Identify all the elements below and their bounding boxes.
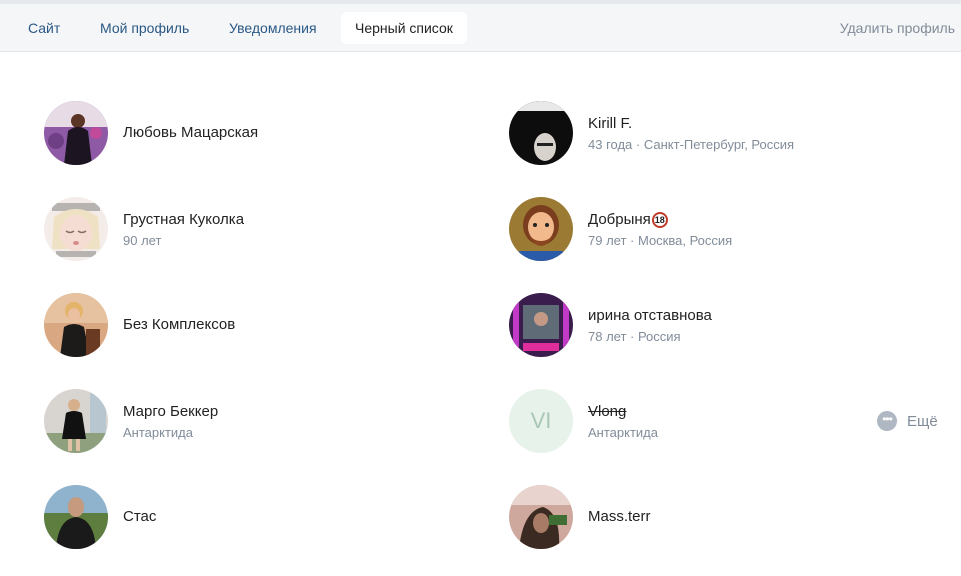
- avatar[interactable]: [44, 197, 108, 261]
- more-dots-icon: •••: [877, 411, 897, 431]
- person-name[interactable]: Грустная Куколка: [123, 211, 244, 228]
- person-name[interactable]: Без Комплексов: [123, 316, 235, 333]
- person-meta: Антарктида: [588, 425, 658, 440]
- avatar[interactable]: [509, 197, 573, 261]
- list-item[interactable]: Без Комплексов: [44, 293, 444, 359]
- more-button[interactable]: ••• Ещё: [877, 410, 938, 432]
- list-item[interactable]: Марго Беккер Антарктида: [44, 389, 444, 455]
- person-name[interactable]: Марго Беккер: [123, 403, 218, 420]
- avatar[interactable]: [44, 389, 108, 453]
- person-name-text[interactable]: Добрыня: [588, 211, 651, 228]
- avatar[interactable]: [44, 485, 108, 549]
- list-item[interactable]: Kirill F. 43 года · Санкт-Петербург, Рос…: [509, 101, 869, 167]
- tab-notifications[interactable]: Уведомления: [215, 12, 331, 44]
- avatar[interactable]: [44, 101, 108, 165]
- person-name[interactable]: Mass.terr: [588, 508, 651, 525]
- person-name[interactable]: Любовь Мацарская: [123, 124, 258, 141]
- person-name[interactable]: ирина отставнова: [588, 307, 712, 324]
- list-item[interactable]: Грустная Куколка 90 лет: [44, 197, 444, 263]
- avatar[interactable]: [509, 101, 573, 165]
- avatar[interactable]: [44, 293, 108, 357]
- avatar[interactable]: [509, 293, 573, 357]
- person-meta: 43 года · Санкт-Петербург, Россия: [588, 137, 795, 152]
- tab-blacklist[interactable]: Черный список: [341, 12, 467, 44]
- person-meta: 90 лет: [123, 233, 162, 248]
- list-item[interactable]: Добрыня 18 79 лет · Москва, Россия: [509, 197, 869, 263]
- person-name[interactable]: Vlong: [588, 403, 626, 420]
- person-name[interactable]: Kirill F.: [588, 115, 632, 132]
- person-meta: Антарктида: [123, 425, 193, 440]
- tab-my-profile[interactable]: Мой профиль: [86, 12, 203, 44]
- list-item[interactable]: Mass.terr: [509, 485, 869, 551]
- person-name[interactable]: Стас: [123, 508, 156, 525]
- person-name[interactable]: Добрыня 18: [588, 211, 668, 228]
- more-label: Ещё: [907, 412, 938, 430]
- list-item[interactable]: VI Vlong Антарктида: [509, 389, 869, 455]
- list-item[interactable]: Стас: [44, 485, 444, 551]
- person-meta: 79 лет · Москва, Россия: [588, 233, 733, 248]
- avatar[interactable]: [509, 485, 573, 549]
- delete-profile-link[interactable]: Удалить профиль: [840, 12, 955, 44]
- age-18-icon: 18: [651, 212, 668, 228]
- list-item[interactable]: Любовь Мацарская: [44, 101, 444, 167]
- settings-tabs: Сайт Мой профиль Уведомления Черный спис…: [0, 4, 961, 52]
- avatar-initials[interactable]: VI: [509, 389, 573, 453]
- person-meta: 78 лет · Россия: [588, 329, 681, 344]
- tab-site[interactable]: Сайт: [14, 12, 74, 44]
- list-item[interactable]: ирина отставнова 78 лет · Россия: [509, 293, 869, 359]
